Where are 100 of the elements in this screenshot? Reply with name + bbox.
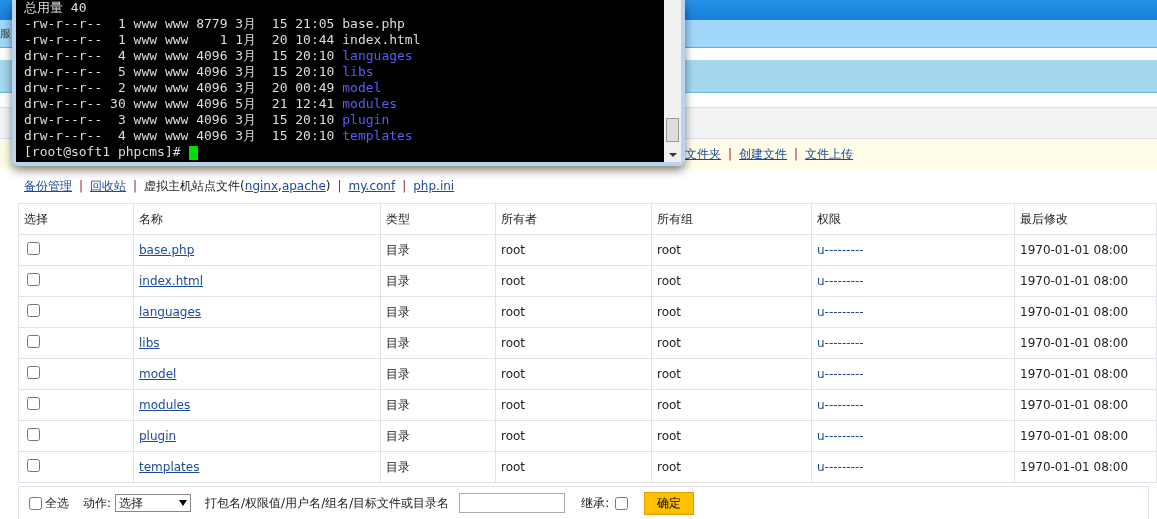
link[interactable]: nginx: [244, 179, 279, 193]
link[interactable]: 回收站: [90, 177, 127, 195]
file-name: model: [342, 80, 382, 95]
terminal-line: 总用量 40: [24, 0, 88, 16]
checkbox-label: 全选: [45, 494, 69, 512]
table-cell: root: [495, 451, 652, 483]
table-cell: u---------: [811, 265, 1015, 297]
input-field[interactable]: [459, 493, 566, 513]
file-name: plugin: [342, 112, 390, 127]
file-name: index.html: [342, 32, 421, 47]
checkbox[interactable]: [27, 459, 40, 472]
link[interactable]: php.ini: [413, 179, 455, 193]
checkbox[interactable]: [27, 242, 40, 255]
table-cell: root: [651, 327, 812, 359]
terminal-prompt: [root@soft1 phpcms]#: [24, 144, 181, 159]
separator: |: [133, 179, 138, 193]
table-cell: u---------: [811, 420, 1015, 452]
table-cell: u---------: [811, 451, 1015, 483]
file-name: modules: [342, 96, 398, 111]
checkbox[interactable]: [615, 496, 629, 510]
file-link[interactable]: plugin: [139, 429, 177, 443]
column-header: 选择: [18, 203, 134, 235]
checkbox[interactable]: [27, 273, 40, 286]
file-link[interactable]: modules: [139, 398, 191, 412]
link-text: ): [325, 179, 331, 193]
table-cell: root: [495, 327, 652, 359]
file-name: templates: [342, 128, 413, 143]
link[interactable]: my.conf: [348, 179, 396, 193]
scrollbar[interactable]: [664, 0, 681, 162]
link-text: 虚拟主机站点文件(: [144, 177, 245, 195]
column-header: 最后修改: [1014, 203, 1157, 235]
table-cell: 目录: [380, 234, 496, 266]
terminal-text: -rw-r--r-- 1 www www 8779 3月 15 21:05: [24, 16, 335, 31]
file-link[interactable]: templates: [139, 460, 200, 474]
terminal-text: drw-r--r-- 5 www www 4096 3月 15 20:10: [24, 64, 335, 79]
terminal-text: drw-r--r-- 4 www www 4096 3月 15 20:10: [24, 48, 335, 63]
table-cell: root: [495, 234, 652, 266]
table-cell: 1970-01-01 08:00: [1014, 234, 1157, 266]
cursor-icon: [188, 145, 198, 160]
table-cell: u---------: [811, 358, 1015, 390]
link[interactable]: 文件上传: [805, 145, 854, 163]
table-cell: 目录: [380, 420, 496, 452]
table-cell: 目录: [380, 265, 496, 297]
table-cell: u---------: [811, 296, 1015, 328]
column-header: 所有组: [651, 203, 812, 235]
file-link[interactable]: index.html: [139, 274, 203, 288]
file-name: libs: [342, 64, 374, 79]
table-cell: root: [495, 265, 652, 297]
file-link[interactable]: base.php: [139, 243, 195, 257]
column-header: 类型: [380, 203, 496, 235]
table-cell: root: [651, 451, 812, 483]
checkbox[interactable]: [27, 397, 40, 410]
terminal-text: drw-r--r-- 3 www www 4096 3月 15 20:10: [24, 112, 335, 127]
table-cell: 目录: [380, 451, 496, 483]
separator: |: [794, 147, 799, 161]
table-cell: root: [651, 358, 812, 390]
file-name: languages: [342, 48, 413, 63]
table-cell: root: [495, 296, 652, 328]
terminal-text: -rw-r--r-- 1 www www 1 1月 20 10:44: [24, 32, 335, 47]
table-cell: root: [651, 265, 812, 297]
file-link[interactable]: languages: [139, 305, 202, 319]
column-header: 权限: [811, 203, 1015, 235]
table-cell: root: [495, 389, 652, 421]
table-cell: root: [651, 296, 812, 328]
checkbox[interactable]: [27, 304, 40, 317]
separator: |: [402, 179, 407, 193]
table-cell: root: [495, 358, 652, 390]
checkbox[interactable]: [29, 496, 42, 510]
column-header: 所有者: [495, 203, 652, 235]
table-cell: root: [651, 420, 812, 452]
separator: |: [337, 179, 342, 193]
separator: |: [728, 147, 733, 161]
table-cell: root: [651, 389, 812, 421]
terminal-text: drw-r--r-- 30 www www 4096 5月 21 12:41: [24, 96, 335, 111]
checkbox[interactable]: [27, 428, 40, 441]
link[interactable]: 文件夹: [685, 145, 721, 163]
table-cell: 目录: [380, 358, 496, 390]
field-label: 动作:: [83, 494, 112, 512]
table-cell: 目录: [380, 296, 496, 328]
checkbox[interactable]: [27, 335, 40, 348]
separator: |: [79, 179, 84, 193]
link[interactable]: 创建文件: [739, 145, 788, 163]
file-link[interactable]: model: [139, 367, 177, 381]
link[interactable]: 备份管理: [24, 177, 72, 195]
table-cell: u---------: [811, 327, 1015, 359]
table-cell: u---------: [811, 389, 1015, 421]
checkbox[interactable]: [27, 366, 40, 379]
table-cell: 目录: [380, 389, 496, 421]
field-label: 打包名/权限值/用户名/组名/目标文件或目录名: [205, 494, 450, 512]
file-link[interactable]: libs: [139, 336, 160, 350]
confirm-button[interactable]: 确定: [644, 491, 695, 515]
table-cell: 1970-01-01 08:00: [1014, 327, 1157, 359]
table-cell: 1970-01-01 08:00: [1014, 296, 1157, 328]
page-text: 服: [0, 26, 11, 41]
field-label: 继承:: [581, 494, 610, 512]
terminal-text: drw-r--r-- 2 www www 4096 3月 20 00:49: [24, 80, 335, 95]
action-dropdown[interactable]: 选择: [115, 494, 192, 512]
link[interactable]: apache: [281, 179, 326, 193]
column-header: 名称: [133, 203, 381, 235]
table-cell: 1970-01-01 08:00: [1014, 451, 1157, 483]
